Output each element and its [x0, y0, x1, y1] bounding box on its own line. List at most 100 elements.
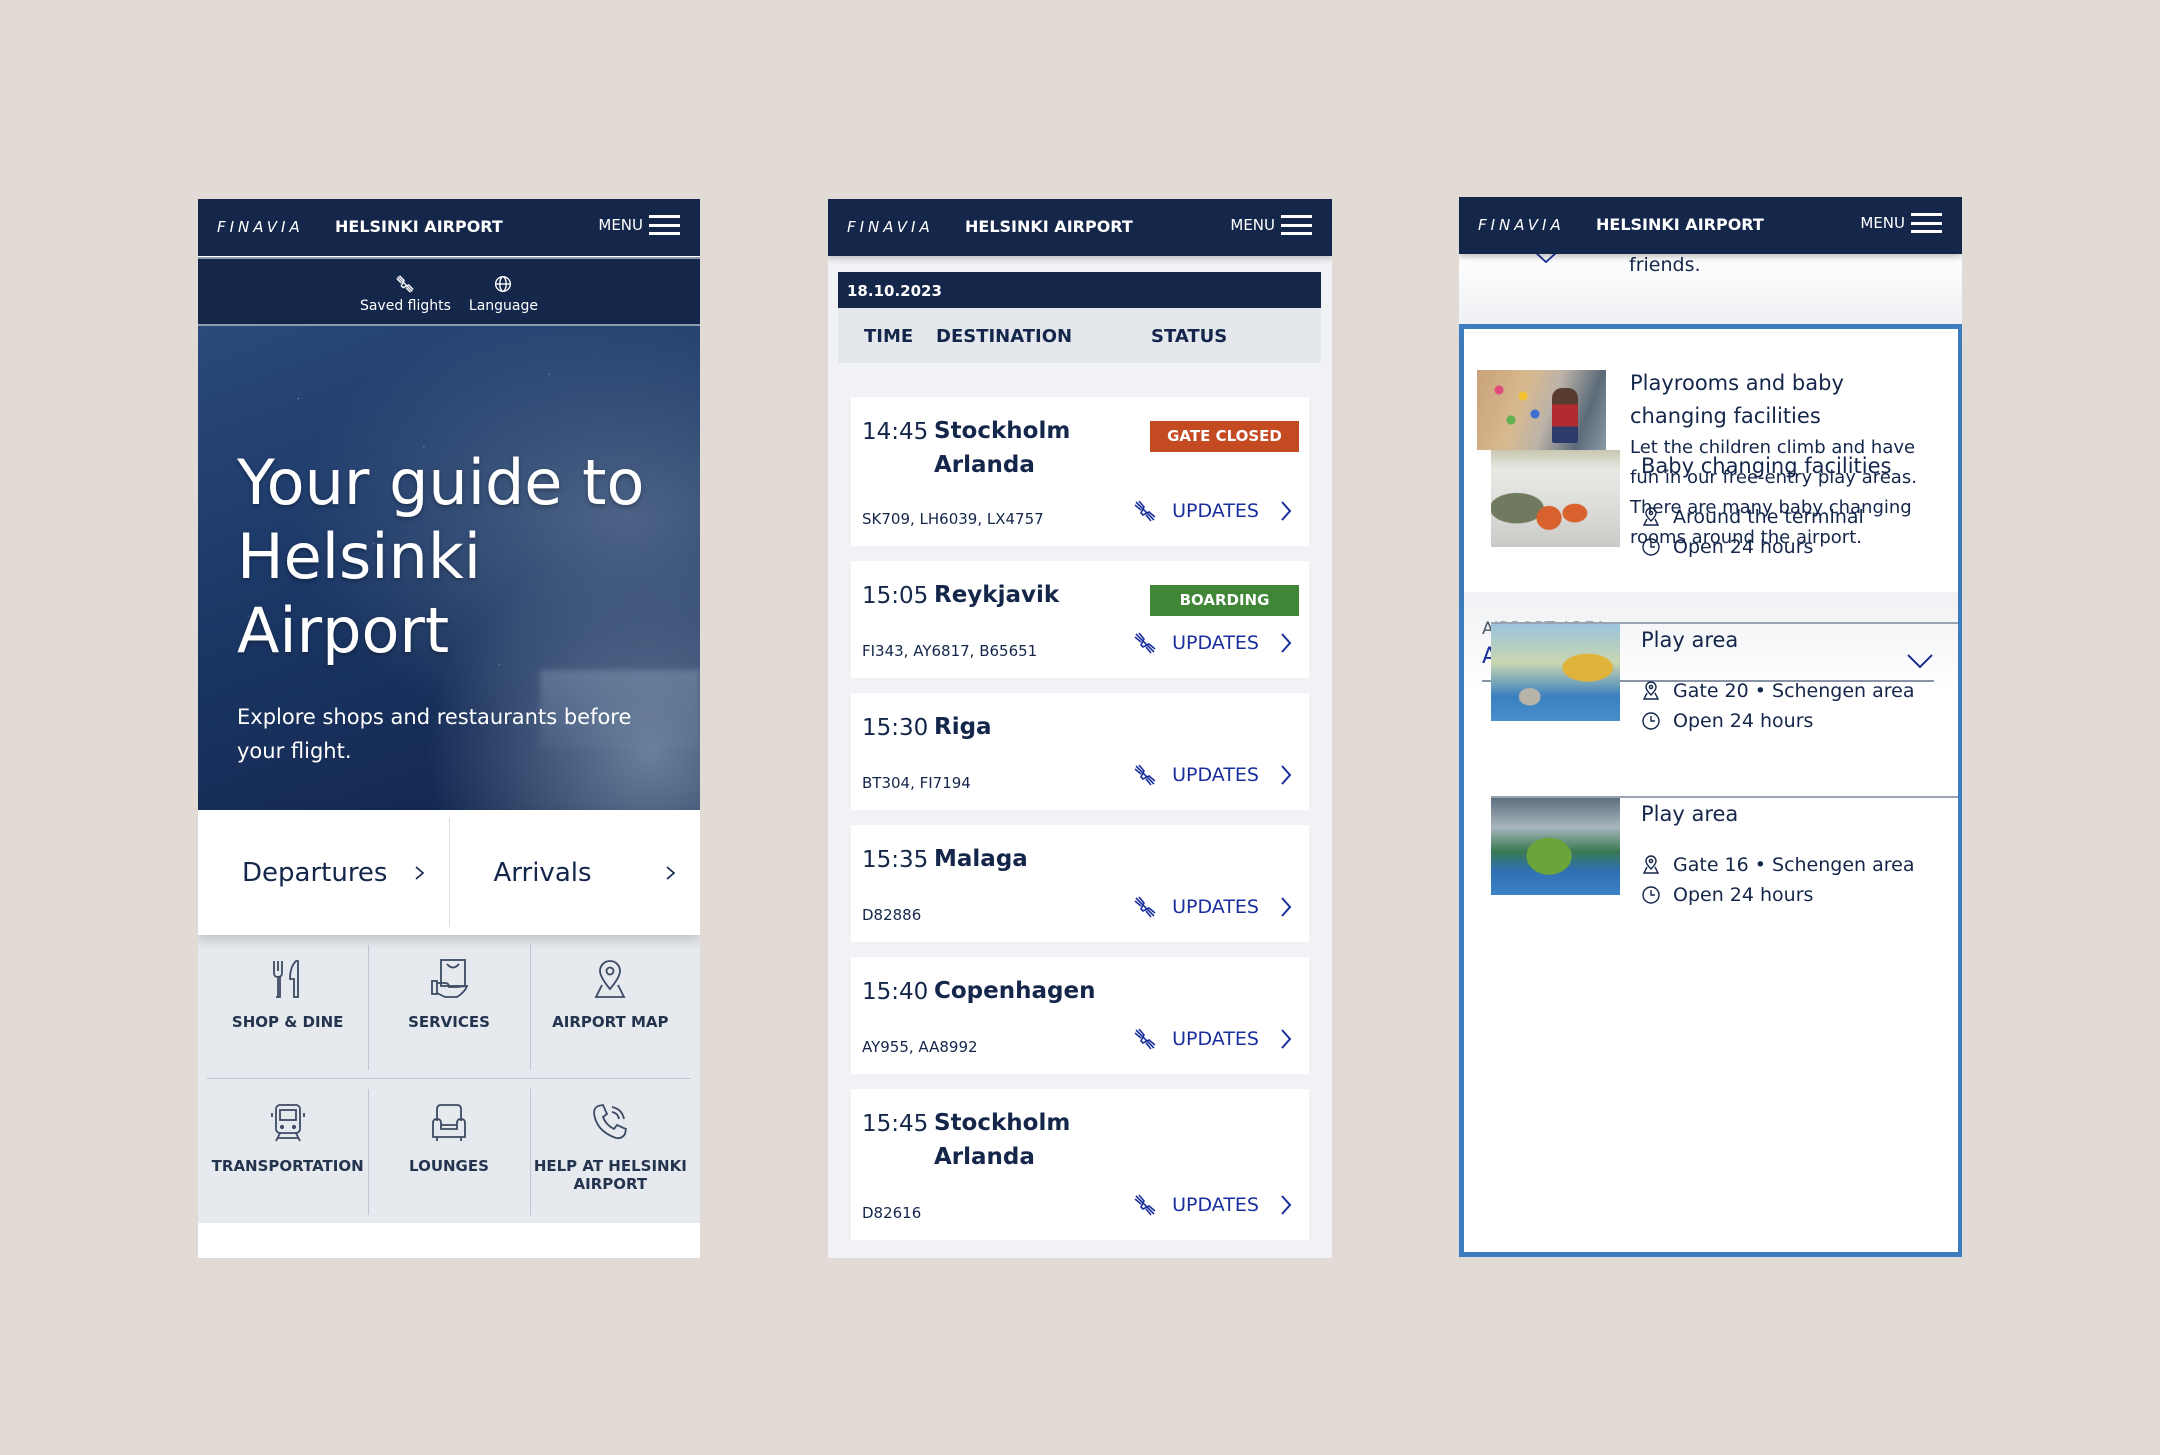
- flight-updates-button[interactable]: UPDATES: [1133, 895, 1293, 919]
- facility-item[interactable]: Baby changing facilities Around the termi…: [1491, 450, 1958, 624]
- saved-flights-button[interactable]: Saved flights: [360, 273, 451, 324]
- utility-toolbar: Saved flights Language: [198, 257, 700, 326]
- arrivals-label: Arrivals: [493, 857, 592, 888]
- chevron-right-icon: [1281, 765, 1292, 785]
- saved-flight-plane-icon: [1134, 764, 1156, 786]
- previous-section: friends.: [1459, 251, 1962, 324]
- departures-screen: FINAVIA HELSINKI AIRPORT MENU 18.10.2023…: [828, 199, 1332, 1258]
- facility-photo: [1491, 798, 1620, 895]
- tile-shop-dine[interactable]: SHOP & DINE: [207, 935, 368, 1078]
- tile-airport-map[interactable]: AIRPORT MAP: [529, 935, 691, 1078]
- flight-destination: Copenhagen: [934, 978, 1096, 1004]
- location-pin-icon: [1642, 507, 1660, 526]
- clock-icon: [1642, 538, 1660, 556]
- menu-button[interactable]: MENU: [1230, 215, 1312, 235]
- site-title[interactable]: HELSINKI AIRPORT: [965, 217, 1133, 236]
- clock-icon: [1642, 886, 1660, 904]
- expanded-section: Playrooms and baby changing facilities L…: [1459, 324, 1962, 1257]
- facility-hours: Open 24 hours: [1641, 706, 1915, 736]
- chevron-right-icon: [1281, 1195, 1292, 1215]
- flight-destination: Stockholm Arlanda: [934, 1110, 1071, 1170]
- column-headers: TIME DESTINATION STATUS: [838, 308, 1321, 363]
- flight-quick-links: Departures Arrivals: [198, 810, 700, 935]
- hamburger-icon: [1911, 213, 1942, 233]
- chevron-right-icon: [1281, 633, 1292, 653]
- finavia-logo[interactable]: FINAVIA: [847, 218, 934, 236]
- tile-transportation[interactable]: TRANSPORTATION: [207, 1079, 368, 1223]
- family-services-screen: FINAVIA HELSINKI AIRPORT MENU friends. P…: [1459, 197, 1962, 1257]
- chevron-right-icon: [1281, 897, 1292, 917]
- updates-label: UPDATES: [1172, 632, 1259, 654]
- updates-label: UPDATES: [1172, 1194, 1259, 1216]
- clock-icon: [1642, 712, 1660, 730]
- facility-location: Around the terminal: [1641, 502, 1864, 532]
- tile-lounges[interactable]: LOUNGES: [368, 1079, 529, 1223]
- flight-updates-button[interactable]: UPDATES: [1133, 1193, 1293, 1217]
- chevron-right-icon: [1281, 1029, 1292, 1049]
- saved-flight-plane-icon: [1134, 1028, 1156, 1050]
- hero-subtitle: Explore shops and restaurants before you…: [237, 705, 632, 763]
- updates-label: UPDATES: [1172, 896, 1259, 918]
- facility-photo: [1491, 624, 1620, 721]
- top-header: FINAVIA HELSINKI AIRPORT MENU: [828, 199, 1332, 256]
- menu-button[interactable]: MENU: [1860, 213, 1942, 233]
- map-pin-icon: [594, 960, 626, 998]
- tile-label: TRANSPORTATION: [211, 1157, 364, 1175]
- flight-time: 15:35: [862, 847, 929, 873]
- flight-codes: FI343, AY6817, B65651: [862, 642, 1038, 660]
- flight-card[interactable]: 15:05 Reykjavik FI343, AY6817, B65651 BOARD…: [851, 561, 1309, 678]
- site-title[interactable]: HELSINKI AIRPORT: [1596, 215, 1764, 234]
- flight-updates-button[interactable]: UPDATES: [1133, 499, 1293, 523]
- hero-title: Your guide to Helsinki Airport: [237, 446, 645, 667]
- flight-card[interactable]: 15:30 Riga BT304, FI7194 UPDATES: [851, 693, 1309, 810]
- flight-destination: Malaga: [934, 846, 1028, 872]
- home-screen: FINAVIA HELSINKI AIRPORT MENU Saved flig…: [198, 199, 700, 1258]
- flight-codes: SK709, LH6039, LX4757: [862, 510, 1044, 528]
- top-header: FINAVIA HELSINKI AIRPORT MENU: [198, 199, 700, 256]
- finavia-logo[interactable]: FINAVIA: [1478, 216, 1565, 234]
- saved-flight-plane-icon: [1134, 896, 1156, 918]
- language-button[interactable]: Language: [469, 273, 538, 324]
- shopping-bag-hand-icon: [431, 959, 469, 998]
- saved-flights-label: Saved flights: [359, 298, 451, 314]
- arrivals-link[interactable]: Arrivals: [450, 810, 701, 935]
- flight-time: 15:45: [862, 1111, 929, 1137]
- finavia-logo[interactable]: FINAVIA: [217, 218, 304, 236]
- updates-label: UPDATES: [1172, 764, 1259, 786]
- facility-item[interactable]: Play area Gate 16 • Schengen area Open 24 …: [1491, 798, 1958, 972]
- flight-codes: BT304, FI7194: [862, 774, 971, 792]
- menu-label: MENU: [1860, 214, 1905, 232]
- tile-services[interactable]: SERVICES: [368, 935, 529, 1078]
- facility-hours: Open 24 hours: [1641, 532, 1864, 562]
- flight-updates-button[interactable]: UPDATES: [1133, 1027, 1293, 1051]
- flight-card[interactable]: 14:45 Stockholm Arlanda SK709, LH6039, LX4…: [851, 397, 1309, 546]
- flight-destination: Reykjavik: [934, 582, 1060, 608]
- chevron-right-icon: [1281, 501, 1292, 521]
- flight-updates-button[interactable]: UPDATES: [1133, 763, 1293, 787]
- facility-title: Play area: [1641, 628, 1739, 652]
- flight-codes: D82886: [862, 906, 922, 924]
- menu-button[interactable]: MENU: [598, 215, 680, 235]
- saved-flight-plane-icon: [1134, 500, 1156, 522]
- service-tiles-grid: SHOP & DINE SERVICES AIRPORT MAP TRANSPO…: [198, 935, 700, 1223]
- tile-label: SHOP & DINE: [231, 1013, 344, 1031]
- menu-label: MENU: [1230, 216, 1275, 234]
- armchair-icon: [432, 1104, 466, 1141]
- flight-updates-button[interactable]: UPDATES: [1133, 631, 1293, 655]
- tile-label: HELP AT HELSINKI AIRPORT: [533, 1157, 687, 1193]
- hamburger-icon: [649, 215, 680, 235]
- flight-destination: Riga: [934, 714, 992, 740]
- departures-link[interactable]: Departures: [198, 818, 450, 927]
- flight-card[interactable]: 15:45 Stockholm Arlanda D82616 UPDATES: [851, 1089, 1309, 1240]
- facility-title: Baby changing facilities: [1641, 454, 1892, 478]
- chevron-right-icon: [414, 865, 424, 880]
- location-pin-icon: [1642, 681, 1660, 700]
- flight-card[interactable]: 15:40 Copenhagen AY955, AA8992 UPDATES: [851, 957, 1309, 1074]
- site-title[interactable]: HELSINKI AIRPORT: [335, 217, 503, 236]
- facility-item[interactable]: Play area Gate 20 • Schengen area Open 24 …: [1491, 624, 1958, 798]
- chevron-right-icon: [666, 865, 676, 880]
- tile-help[interactable]: HELP AT HELSINKI AIRPORT: [529, 1079, 691, 1223]
- previous-section-text: friends.: [1629, 254, 1701, 276]
- saved-flight-plane-icon: [1134, 1194, 1156, 1216]
- flight-card[interactable]: 15:35 Malaga D82886 UPDATES: [851, 825, 1309, 942]
